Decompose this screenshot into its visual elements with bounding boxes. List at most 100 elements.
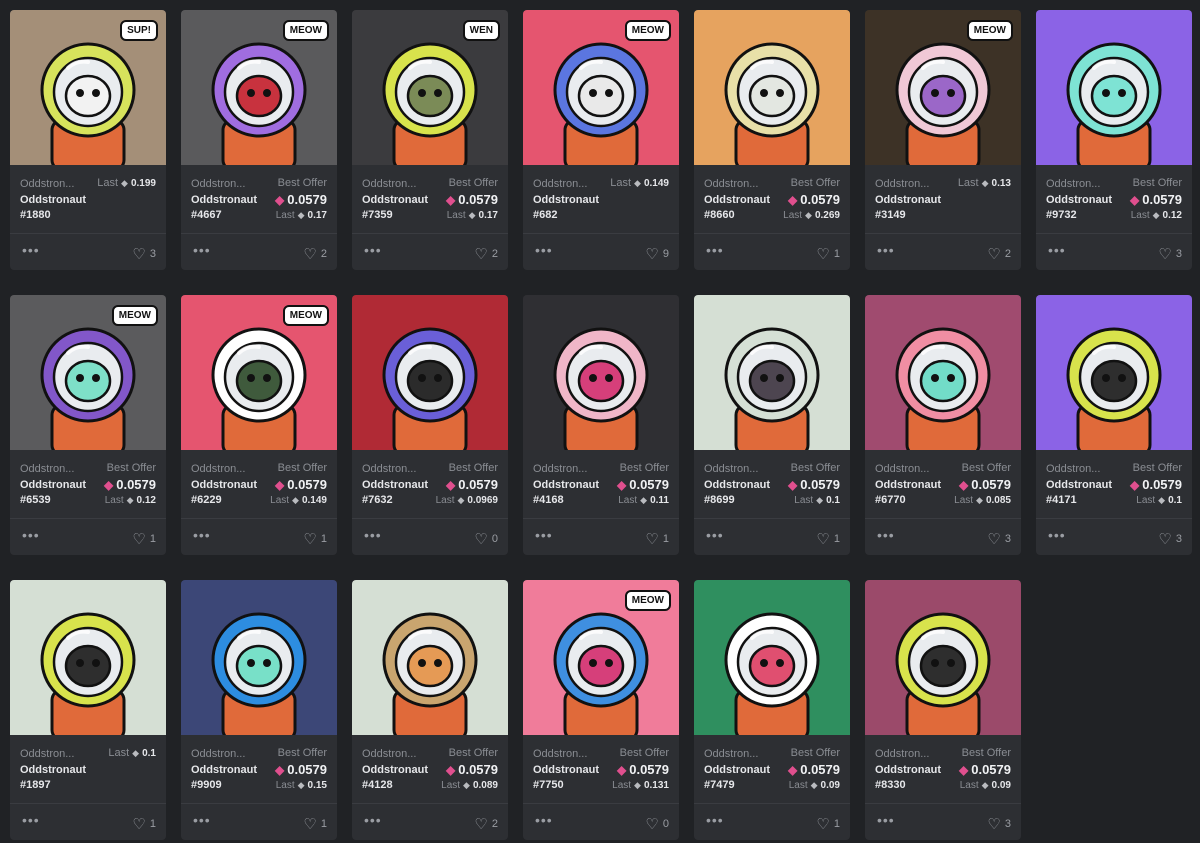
collection-name[interactable]: Oddstron... xyxy=(362,463,424,475)
favorite-button[interactable]: ♡ 1 xyxy=(816,815,840,833)
more-options-icon[interactable]: ••• xyxy=(193,813,211,827)
collection-name[interactable]: Oddstron... xyxy=(533,178,595,190)
collection-name[interactable]: Oddstron... xyxy=(704,748,766,760)
more-options-icon[interactable]: ••• xyxy=(1048,243,1066,257)
nft-image[interactable] xyxy=(694,295,850,450)
favorite-button[interactable]: ♡ 2 xyxy=(474,815,498,833)
favorite-button[interactable]: ♡ 1 xyxy=(303,530,327,548)
collection-name[interactable]: Oddstron... xyxy=(20,178,82,190)
collection-name[interactable]: Oddstron... xyxy=(362,178,424,190)
nft-card[interactable]: SUP! Oddstron... Oddstronaut #1880 Last ◆ 0.19… xyxy=(10,10,166,270)
nft-card[interactable]: Oddstron... Oddstronaut #7479 Best Offer ◆ 0.… xyxy=(694,580,850,840)
more-options-icon[interactable]: ••• xyxy=(535,528,553,542)
nft-image[interactable] xyxy=(352,295,508,450)
nft-card[interactable]: Oddstron... Oddstronaut #4171 Best Offer ◆ 0.… xyxy=(1036,295,1192,555)
favorite-button[interactable]: ♡ 3 xyxy=(987,530,1011,548)
more-options-icon[interactable]: ••• xyxy=(22,528,40,542)
more-options-icon[interactable]: ••• xyxy=(877,243,895,257)
nft-card[interactable]: Oddstron... Oddstronaut #9909 Best Offer ◆ 0.… xyxy=(181,580,337,840)
collection-name[interactable]: Oddstron... xyxy=(20,463,82,475)
favorite-button[interactable]: ♡ 1 xyxy=(132,815,156,833)
more-options-icon[interactable]: ••• xyxy=(364,813,382,827)
favorite-button[interactable]: ♡ 2 xyxy=(987,245,1011,263)
more-options-icon[interactable]: ••• xyxy=(877,813,895,827)
nft-card[interactable]: Oddstron... Oddstronaut #9732 Best Offer ◆ 0.… xyxy=(1036,10,1192,270)
more-options-icon[interactable]: ••• xyxy=(877,528,895,542)
nft-image[interactable] xyxy=(694,10,850,165)
more-options-icon[interactable]: ••• xyxy=(193,528,211,542)
nft-image[interactable]: MEOW xyxy=(523,10,679,165)
nft-image[interactable] xyxy=(10,580,166,735)
collection-name[interactable]: Oddstron... xyxy=(191,463,253,475)
favorite-button[interactable]: ♡ 0 xyxy=(474,530,498,548)
nft-image[interactable]: MEOW xyxy=(181,295,337,450)
favorite-button[interactable]: ♡ 1 xyxy=(132,530,156,548)
collection-name[interactable]: Oddstron... xyxy=(533,463,595,475)
nft-card[interactable]: MEOW Oddstron... Oddstronaut #682 Last ◆ 0.149… xyxy=(523,10,679,270)
collection-name[interactable]: Oddstron... xyxy=(875,748,937,760)
collection-name[interactable]: Oddstron... xyxy=(362,748,424,760)
favorite-button[interactable]: ♡ 1 xyxy=(816,530,840,548)
favorite-button[interactable]: ♡ 0 xyxy=(645,815,669,833)
collection-name[interactable]: Oddstron... xyxy=(1046,463,1108,475)
nft-image[interactable]: SUP! xyxy=(10,10,166,165)
nft-image[interactable]: MEOW xyxy=(10,295,166,450)
collection-name[interactable]: Oddstron... xyxy=(704,463,766,475)
nft-card[interactable]: MEOW Oddstron... Oddstronaut #7750 Best Offe… xyxy=(523,580,679,840)
nft-image[interactable] xyxy=(694,580,850,735)
collection-name[interactable]: Oddstron... xyxy=(191,748,253,760)
nft-image[interactable] xyxy=(352,580,508,735)
more-options-icon[interactable]: ••• xyxy=(364,528,382,542)
nft-image[interactable]: WEN xyxy=(352,10,508,165)
favorite-button[interactable]: ♡ 1 xyxy=(816,245,840,263)
more-options-icon[interactable]: ••• xyxy=(535,243,553,257)
favorite-button[interactable]: ♡ 3 xyxy=(1158,530,1182,548)
collection-name[interactable]: Oddstron... xyxy=(533,748,595,760)
more-options-icon[interactable]: ••• xyxy=(22,813,40,827)
collection-name[interactable]: Oddstron... xyxy=(20,748,82,760)
favorite-button[interactable]: ♡ 2 xyxy=(474,245,498,263)
more-options-icon[interactable]: ••• xyxy=(535,813,553,827)
collection-name[interactable]: Oddstron... xyxy=(704,178,766,190)
nft-image[interactable]: MEOW xyxy=(181,10,337,165)
nft-card[interactable]: MEOW Oddstron... Oddstronaut #3149 Last ◆ 0.13… xyxy=(865,10,1021,270)
nft-image[interactable]: MEOW xyxy=(865,10,1021,165)
collection-name[interactable]: Oddstron... xyxy=(191,178,253,190)
nft-image[interactable] xyxy=(1036,295,1192,450)
favorite-button[interactable]: ♡ 3 xyxy=(987,815,1011,833)
more-options-icon[interactable]: ••• xyxy=(706,243,724,257)
nft-card[interactable]: Oddstron... Oddstronaut #1897 Last ◆ 0.1 ••• ♡ 1 xyxy=(10,580,166,840)
nft-card[interactable]: WEN Oddstron... Oddstronaut #7359 Best Offer… xyxy=(352,10,508,270)
favorite-button[interactable]: ♡ 9 xyxy=(645,245,669,263)
more-options-icon[interactable]: ••• xyxy=(706,813,724,827)
nft-image[interactable] xyxy=(1036,10,1192,165)
nft-card[interactable]: MEOW Oddstron... Oddstronaut #6539 Best Offe… xyxy=(10,295,166,555)
collection-name[interactable]: Oddstron... xyxy=(875,178,937,190)
more-options-icon[interactable]: ••• xyxy=(22,243,40,257)
more-options-icon[interactable]: ••• xyxy=(193,243,211,257)
more-options-icon[interactable]: ••• xyxy=(364,243,382,257)
nft-image[interactable] xyxy=(865,295,1021,450)
favorite-button[interactable]: ♡ 3 xyxy=(132,245,156,263)
collection-name[interactable]: Oddstron... xyxy=(1046,178,1108,190)
collection-name[interactable]: Oddstron... xyxy=(875,463,937,475)
nft-card[interactable]: MEOW Oddstron... Oddstronaut #4667 Best Offe… xyxy=(181,10,337,270)
nft-image[interactable] xyxy=(181,580,337,735)
nft-card[interactable]: Oddstron... Oddstronaut #8699 Best Offer ◆ 0.… xyxy=(694,295,850,555)
nft-card[interactable]: Oddstron... Oddstronaut #8660 Best Offer ◆ 0.… xyxy=(694,10,850,270)
favorite-button[interactable]: ♡ 3 xyxy=(1158,245,1182,263)
nft-card[interactable]: Oddstron... Oddstronaut #6770 Best Offer ◆ 0.… xyxy=(865,295,1021,555)
nft-image[interactable]: MEOW xyxy=(523,580,679,735)
nft-card[interactable]: Oddstron... Oddstronaut #7632 Best Offer ◆ 0.… xyxy=(352,295,508,555)
nft-card[interactable]: Oddstron... Oddstronaut #4128 Best Offer ◆ 0.… xyxy=(352,580,508,840)
more-options-icon[interactable]: ••• xyxy=(706,528,724,542)
favorite-button[interactable]: ♡ 1 xyxy=(303,815,327,833)
nft-card[interactable]: MEOW Oddstron... Oddstronaut #6229 Best Offe… xyxy=(181,295,337,555)
nft-image[interactable] xyxy=(865,580,1021,735)
nft-card[interactable]: Oddstron... Oddstronaut #8330 Best Offer ◆ 0.… xyxy=(865,580,1021,840)
nft-image[interactable] xyxy=(523,295,679,450)
more-options-icon[interactable]: ••• xyxy=(1048,528,1066,542)
favorite-button[interactable]: ♡ 2 xyxy=(303,245,327,263)
nft-card[interactable]: Oddstron... Oddstronaut #4168 Best Offer ◆ 0.… xyxy=(523,295,679,555)
favorite-button[interactable]: ♡ 1 xyxy=(645,530,669,548)
